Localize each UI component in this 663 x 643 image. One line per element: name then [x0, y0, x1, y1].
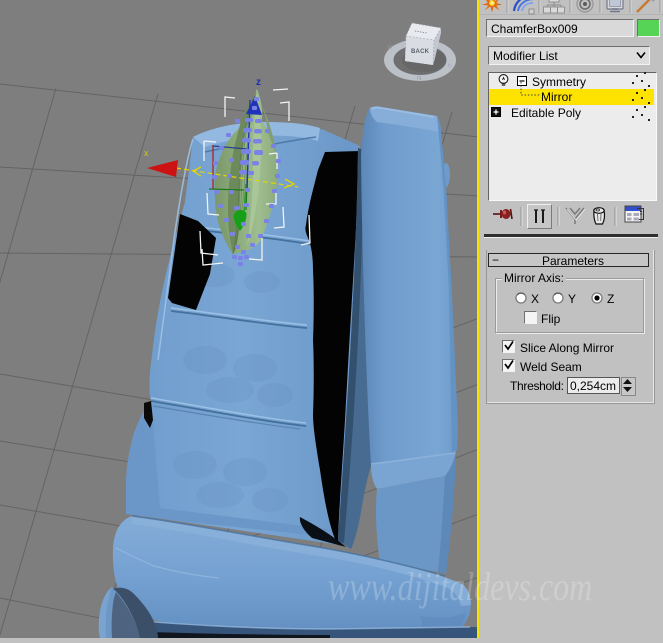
svg-text:BACK: BACK [411, 49, 430, 55]
svg-text:N: N [417, 76, 421, 82]
svg-text:z: z [256, 77, 261, 88]
svg-text:W: W [387, 45, 393, 51]
svg-text:x: x [144, 148, 149, 158]
svg-text:E: E [448, 63, 452, 69]
